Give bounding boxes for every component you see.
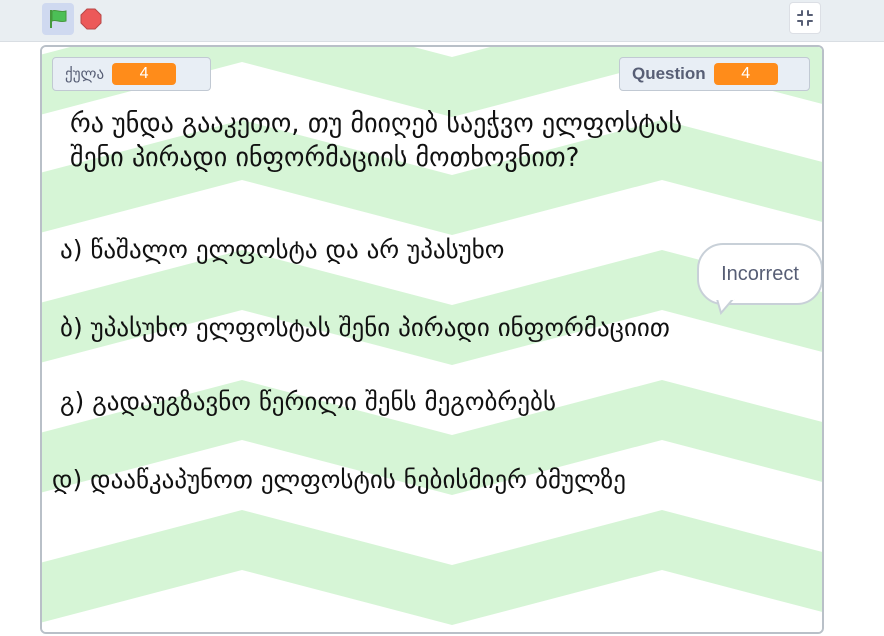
answer-option-a[interactable]: ა) წაშალო ელფოსტა და არ უპასუხო (60, 235, 504, 264)
green-flag-icon (50, 9, 67, 28)
green-flag-button[interactable] (42, 3, 74, 35)
stop-icon (80, 8, 102, 30)
exit-fullscreen-icon (797, 10, 813, 26)
answer-option-c[interactable]: გ) გადაუგზავნო წერილი შენს მეგობრებს (60, 387, 556, 416)
question-text: რა უნდა გააკეთო, თუ მიიღებ საეჭვო ელფოსტ… (70, 109, 683, 173)
score-monitor: ქულა 4 (52, 57, 211, 91)
score-value: 4 (112, 63, 177, 85)
score-label: ქულა (65, 65, 105, 83)
question-value: 4 (713, 63, 778, 85)
speech-bubble-tail (715, 299, 735, 315)
speech-bubble-text: Incorrect (721, 262, 799, 285)
exit-fullscreen-button[interactable] (789, 2, 821, 34)
speech-bubble: Incorrect (697, 243, 822, 305)
answer-option-d[interactable]: დ) დააწკაპუნოთ ელფოსტის ნებისმიერ ბმულზე (52, 465, 626, 494)
question-label: Question (632, 64, 706, 83)
stage-toolbar (0, 0, 884, 42)
stop-button[interactable] (79, 7, 103, 31)
answer-option-b[interactable]: ბ) უპასუხო ელფოსტას შენი პირადი ინფორმაც… (60, 313, 670, 342)
question-monitor: Question 4 (619, 57, 810, 91)
stage[interactable]: ქულა 4 Question 4 რა უნდა გააკეთო, თუ მი… (40, 45, 824, 634)
